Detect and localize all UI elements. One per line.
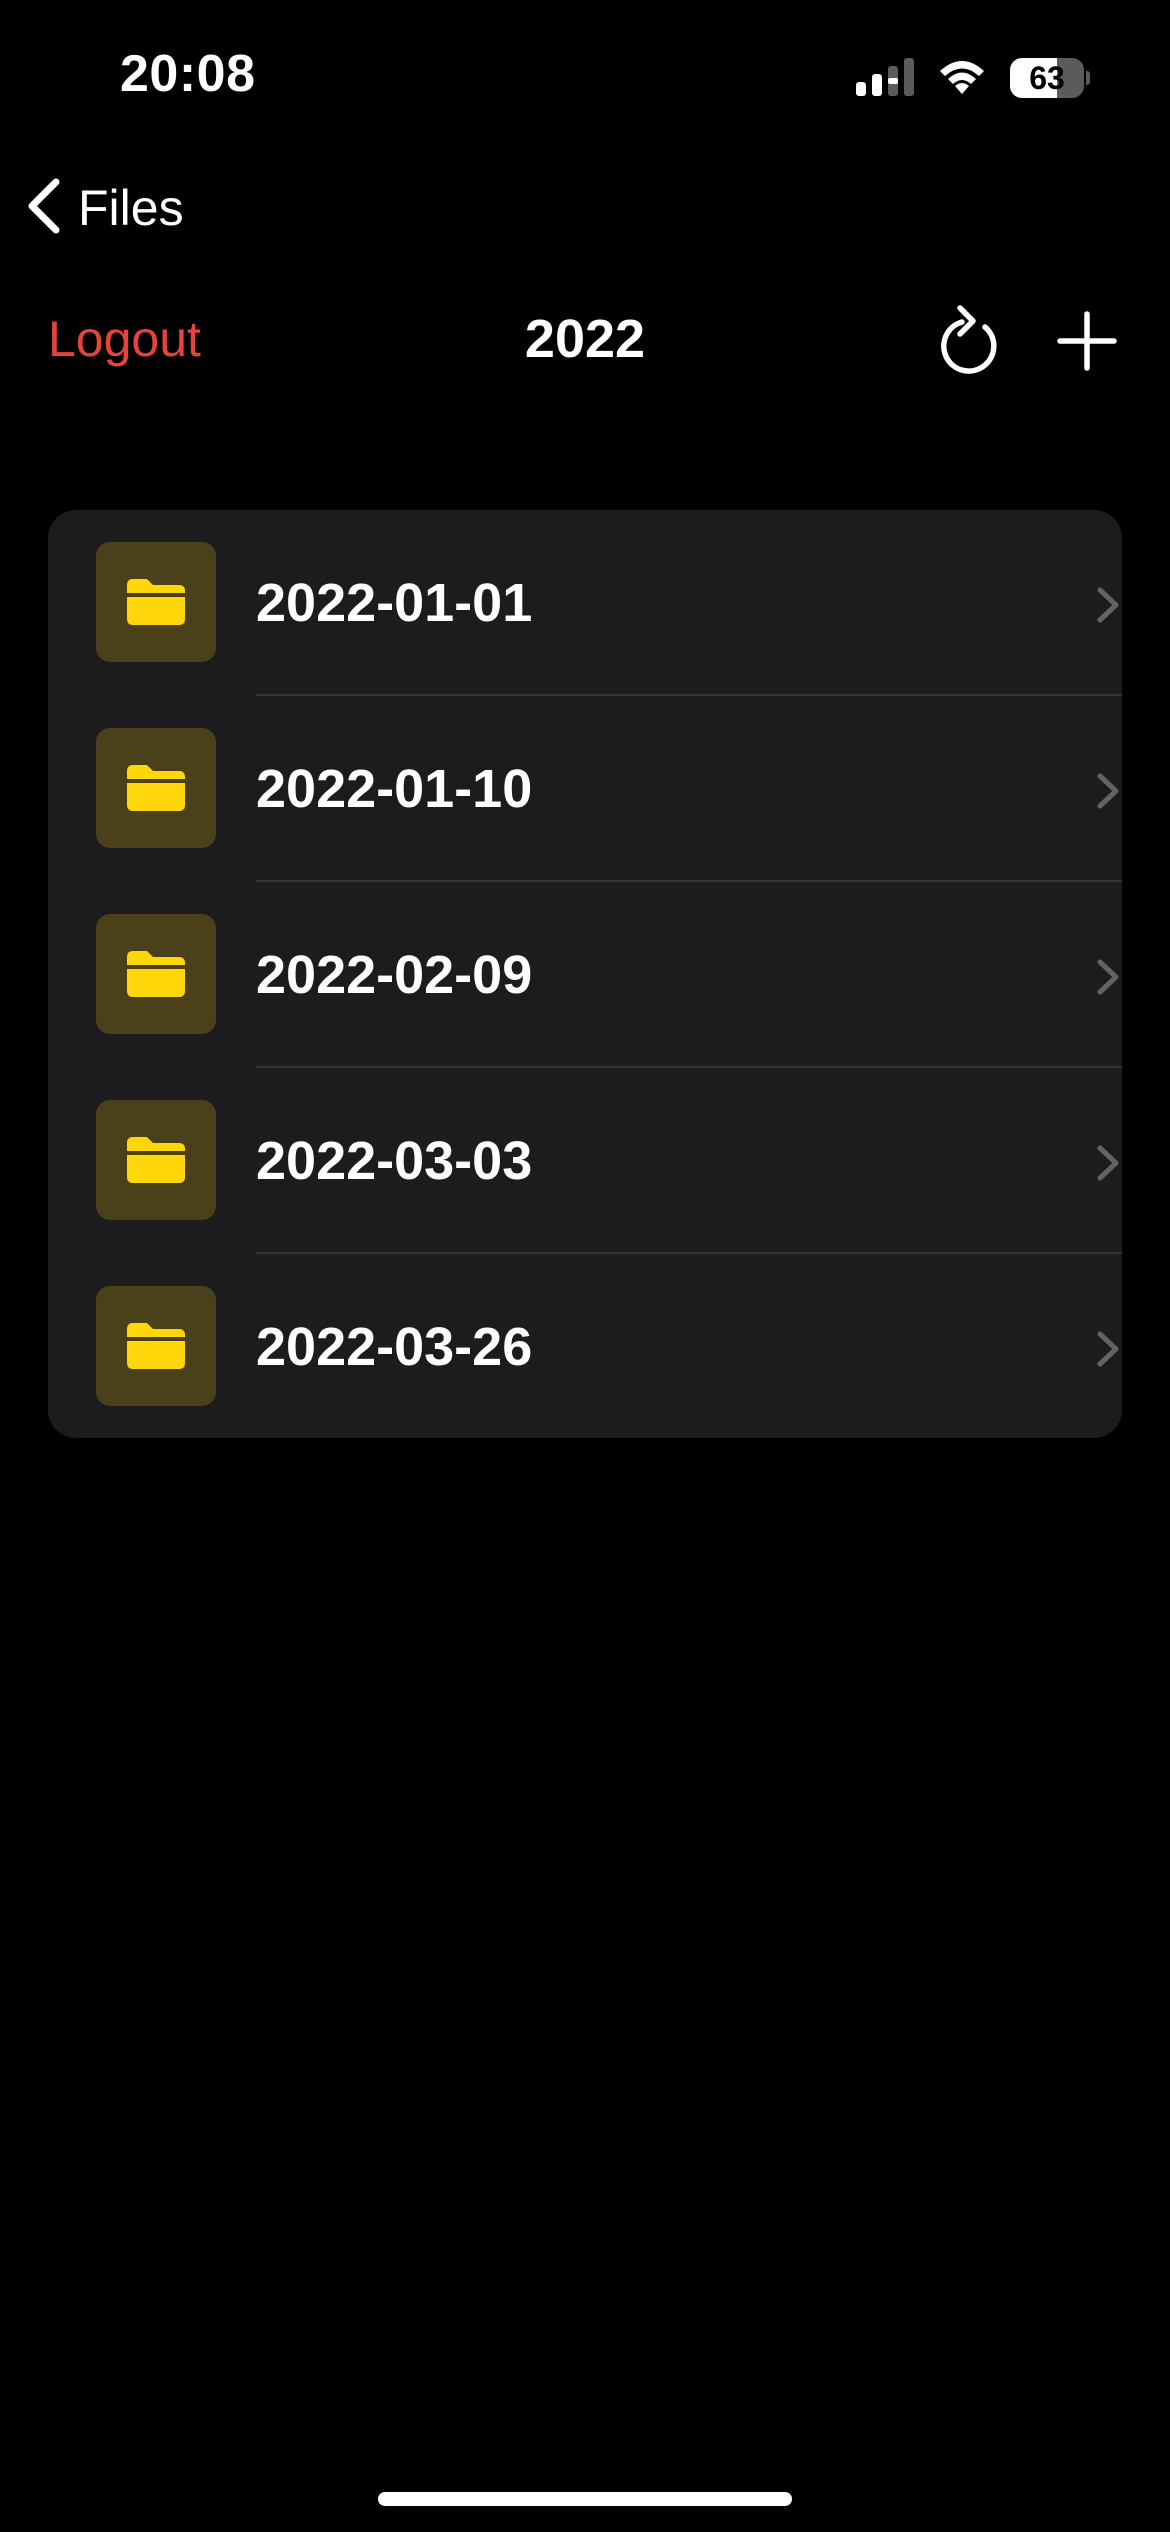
- logout-button[interactable]: Logout: [48, 310, 201, 368]
- folder-row[interactable]: 2022-03-26: [48, 1254, 1122, 1438]
- chevron-right-icon: [1094, 586, 1122, 624]
- toolbar: Logout 2022: [0, 296, 1170, 386]
- battery-percent: 63: [1029, 60, 1065, 96]
- refresh-icon: [941, 305, 997, 374]
- folder-name: 2022-03-03: [256, 1131, 533, 1191]
- chevron-right-icon: [1094, 1144, 1122, 1182]
- chevron-left-icon: [24, 176, 64, 241]
- folder-name: 2022-03-26: [256, 1317, 533, 1377]
- folder-row[interactable]: 2022-01-10: [48, 696, 1122, 882]
- battery-icon: 63: [1010, 58, 1090, 98]
- folder-icon: [96, 728, 216, 848]
- back-button[interactable]: Files: [24, 170, 184, 246]
- folder-icon: [96, 542, 216, 662]
- folder-row[interactable]: 2022-03-03: [48, 1068, 1122, 1254]
- cellular-signal-icon: [856, 56, 914, 101]
- home-indicator[interactable]: [378, 2492, 792, 2506]
- folder-icon: [96, 914, 216, 1034]
- folder-name: 2022-02-09: [256, 945, 533, 1005]
- status-time: 20:08: [120, 45, 256, 103]
- plus-icon: [1057, 311, 1117, 371]
- folder-name: 2022-01-01: [256, 573, 533, 633]
- folder-list: 2022-01-01 2022-01-10 2022-02-09 2022-03…: [48, 510, 1122, 1438]
- status-icons: 63: [856, 54, 1090, 102]
- back-label: Files: [78, 180, 184, 236]
- folder-row[interactable]: 2022-01-01: [48, 510, 1122, 696]
- status-bar: 20:08 63: [0, 0, 1170, 150]
- wifi-icon: [936, 56, 988, 101]
- folder-icon: [96, 1286, 216, 1406]
- chevron-right-icon: [1094, 958, 1122, 996]
- chevron-right-icon: [1094, 772, 1122, 810]
- chevron-right-icon: [1094, 1330, 1122, 1368]
- add-button[interactable]: [1052, 306, 1122, 376]
- refresh-button[interactable]: [936, 304, 1006, 380]
- folder-name: 2022-01-10: [256, 759, 533, 819]
- folder-row[interactable]: 2022-02-09: [48, 882, 1122, 1068]
- folder-icon: [96, 1100, 216, 1220]
